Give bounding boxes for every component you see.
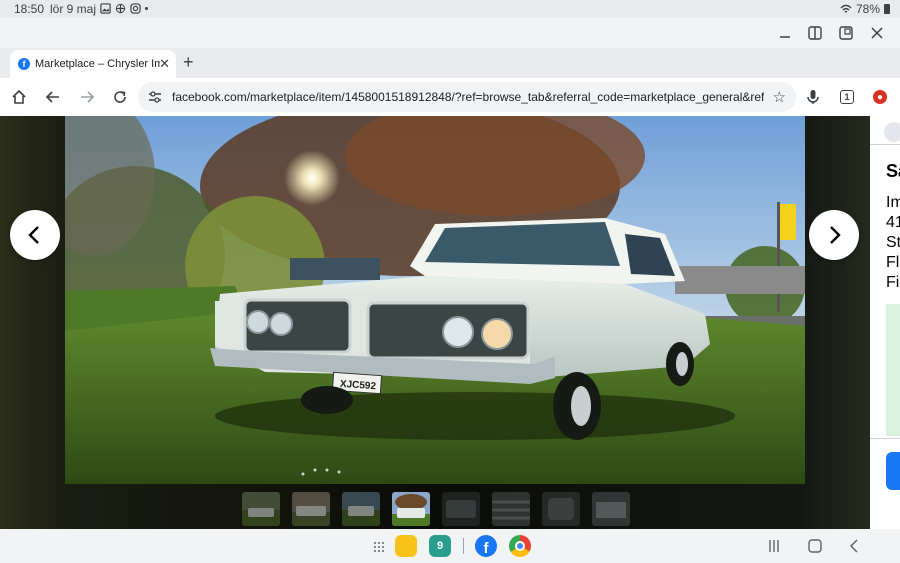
status-date: lör 9 maj (50, 2, 97, 16)
extension-icon[interactable]: ● (870, 87, 890, 107)
status-bar: 18:50 lör 9 maj 78% (0, 0, 900, 18)
battery-icon (884, 4, 890, 14)
microphone-icon[interactable] (803, 87, 823, 107)
listing-line-3: 41 (886, 214, 900, 231)
listing-line-4: St (886, 234, 900, 251)
status-time: 18:50 (14, 2, 45, 16)
browser-toolbar: facebook.com/marketplace/item/1458001518… (0, 78, 900, 116)
thumbnail-8[interactable] (592, 492, 630, 526)
listing-line-5: Fl (886, 254, 900, 271)
site-settings-icon[interactable] (148, 90, 162, 104)
window-controls-bar (0, 18, 900, 48)
gallery-icon (100, 3, 111, 14)
thumbnail-5[interactable] (442, 492, 480, 526)
forward-icon[interactable] (77, 87, 97, 107)
listing-photo: XJC592 (65, 116, 805, 484)
thumbnail-4[interactable] (392, 492, 430, 526)
home-nav-icon[interactable] (808, 539, 822, 558)
next-photo-button[interactable] (809, 210, 859, 260)
listing-line-6: Fi (886, 274, 900, 291)
back-icon[interactable] (43, 87, 63, 107)
bookmark-star-icon[interactable]: ☆ (773, 88, 786, 106)
thumbnail-3[interactable] (342, 492, 380, 526)
home-icon[interactable] (9, 87, 29, 107)
facebook-app-icon[interactable]: f (475, 535, 497, 557)
message-seller-button[interactable] (886, 452, 900, 490)
facebook-favicon-icon: f (18, 58, 30, 70)
pinwheel-icon (115, 3, 126, 14)
tab-strip: f Marketplace – Chrysler Imp ✕ + (0, 48, 900, 78)
url-text: facebook.com/marketplace/item/1458001518… (172, 90, 764, 104)
thumbnail-1[interactable] (242, 492, 280, 526)
minimize-icon[interactable] (776, 24, 794, 42)
calendar-icon[interactable]: 9 (429, 535, 451, 557)
wifi-icon (840, 4, 852, 13)
tab-marketplace[interactable]: f Marketplace – Chrysler Imp ✕ (10, 50, 176, 78)
tab-count: 1 (840, 90, 854, 104)
system-nav-bar: 9 f (0, 529, 900, 563)
new-tab-icon[interactable]: + (183, 52, 194, 73)
address-bar[interactable]: facebook.com/marketplace/item/1458001518… (138, 82, 796, 112)
thumbnail-strip (242, 492, 630, 526)
recent-apps-icon[interactable] (768, 539, 780, 558)
listing-details-pane: Sä Im 41 St Fl Fi (870, 116, 900, 529)
chevron-right-icon (830, 226, 841, 244)
page-content: XJC592 S Im 41 St Fl Fi (0, 116, 900, 529)
thumbnail-6[interactable] (492, 492, 530, 526)
notification-icons (100, 3, 148, 14)
listing-line-2: Im (886, 194, 900, 211)
battery-percent: 78% (855, 2, 880, 16)
listing-title: Sä (886, 161, 900, 181)
app-drawer-icon[interactable] (373, 540, 385, 558)
thumbnail-2[interactable] (292, 492, 330, 526)
tab-switcher-icon[interactable]: 1 (837, 87, 857, 107)
split-view-icon[interactable] (806, 24, 824, 42)
chevron-left-icon (28, 226, 39, 244)
popup-view-icon[interactable] (837, 24, 855, 42)
chrome-app-icon[interactable] (509, 535, 531, 557)
tab-title: Marketplace – Chrysler Imp (35, 58, 160, 70)
reload-icon[interactable] (110, 87, 130, 107)
close-window-icon[interactable] (868, 24, 886, 42)
tab-close-icon[interactable]: ✕ (159, 57, 170, 70)
back-nav-icon[interactable] (849, 539, 859, 558)
thumbnail-7[interactable] (542, 492, 580, 526)
photo-viewer: XJC592 (0, 116, 870, 529)
previous-photo-button[interactable] (10, 210, 60, 260)
more-notifications-dot (145, 7, 148, 10)
instagram-icon (130, 3, 141, 14)
location-map[interactable] (886, 304, 900, 436)
my-files-icon[interactable] (395, 535, 417, 557)
